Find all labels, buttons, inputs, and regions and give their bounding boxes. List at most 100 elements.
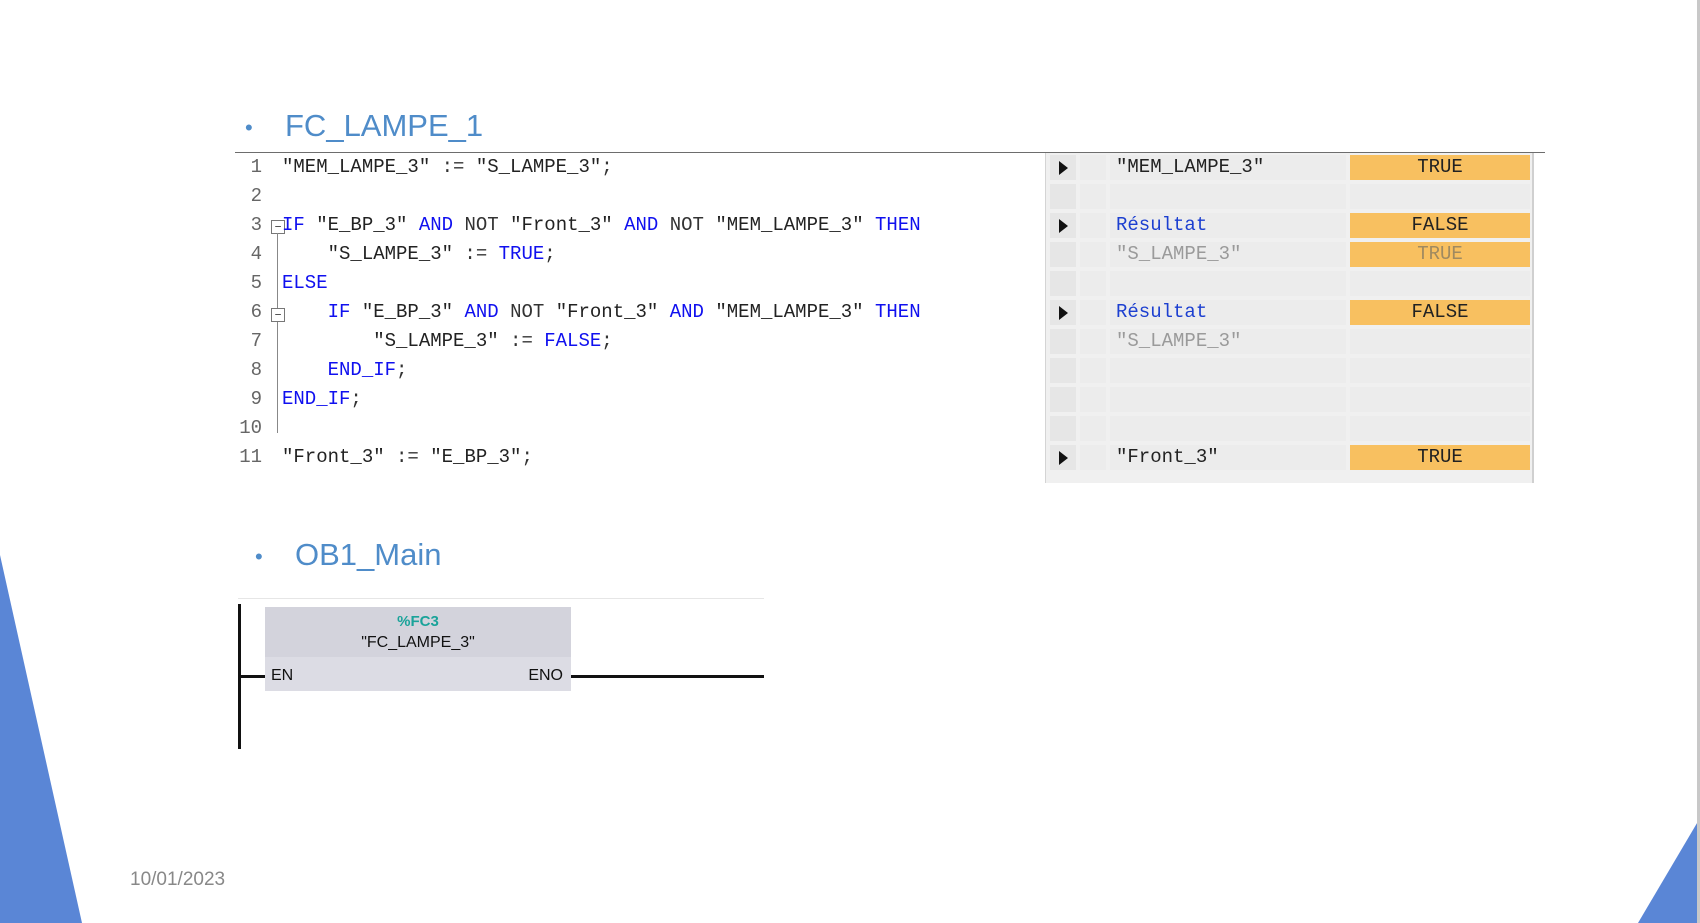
watch-value [1350, 387, 1530, 412]
watch-row: "Front_3" TRUE [1046, 443, 1532, 470]
watch-value: FALSE [1350, 300, 1530, 325]
watch-operand [1110, 387, 1346, 412]
section-title-text: OB1_Main [295, 537, 442, 572]
code-line[interactable]: 9 END_IF; [232, 385, 362, 414]
line-number: 6 [250, 301, 262, 323]
watch-spacer-cell [1080, 416, 1106, 441]
code-line[interactable]: 1 "MEM_LAMPE_3" := "S_LAMPE_3"; [232, 153, 613, 182]
code-text: "S_LAMPE_3" := TRUE; [327, 243, 556, 265]
line-number: 10 [239, 417, 262, 439]
watch-row [1046, 414, 1532, 441]
code-line[interactable]: 11 "Front_3" := "E_BP_3"; [232, 443, 533, 472]
line-number: 3 [250, 214, 262, 236]
code-text: "S_LAMPE_3" := FALSE; [373, 330, 613, 352]
watch-value: TRUE [1350, 242, 1530, 267]
watch-spacer-cell [1080, 387, 1106, 412]
expand-arrow-icon[interactable] [1059, 451, 1068, 465]
watch-spacer-cell [1080, 358, 1106, 383]
wire-eno [571, 675, 764, 678]
watch-value: FALSE [1350, 213, 1530, 238]
watch-expand-cell [1050, 387, 1076, 412]
watch-operand [1110, 416, 1346, 441]
code-line[interactable]: 4 "S_LAMPE_3" := TRUE; [232, 240, 556, 269]
function-block-fc3[interactable]: %FC3 "FC_LAMPE_3" EN ENO [265, 607, 571, 691]
watch-row [1046, 269, 1532, 296]
fold-guide [277, 233, 278, 433]
watch-expand-cell [1050, 416, 1076, 441]
watch-operand: "MEM_LAMPE_3" [1110, 155, 1346, 180]
section-title-text: FC_LAMPE_1 [285, 108, 484, 143]
watch-operand: "S_LAMPE_3" [1110, 329, 1346, 354]
watch-row: Résultat FALSE [1046, 211, 1532, 238]
bullet-icon: • [245, 114, 253, 140]
watch-row [1046, 356, 1532, 383]
ladder-network: %FC3 "FC_LAMPE_3" EN ENO [238, 598, 764, 750]
watch-expand-cell[interactable] [1050, 445, 1076, 470]
block-address: %FC3 [397, 613, 439, 630]
pin-en: EN [271, 667, 294, 684]
code-text: END_IF; [282, 388, 362, 410]
code-line[interactable]: 8 END_IF; [232, 356, 408, 385]
watch-value [1350, 184, 1530, 209]
watch-value: TRUE [1350, 445, 1530, 470]
watch-spacer-cell [1080, 213, 1106, 238]
expand-arrow-icon[interactable] [1059, 219, 1068, 233]
watch-operand: "S_LAMPE_3" [1110, 242, 1346, 267]
watch-expand-cell [1050, 329, 1076, 354]
section-title-ob1-main: • OB1_Main [255, 537, 441, 573]
block-name: "FC_LAMPE_3" [361, 634, 475, 651]
slide-date: 10/01/2023 [130, 869, 226, 890]
watch-expand-cell[interactable] [1050, 300, 1076, 325]
code-line[interactable]: 3 IF "E_BP_3" AND NOT "Front_3" AND NOT "… [232, 211, 921, 240]
code-line[interactable]: 2 [232, 182, 262, 211]
watch-table: "MEM_LAMPE_3" TRUE Résultat FALSE "S_LAMPE_3… [1045, 153, 1534, 483]
watch-spacer-cell [1080, 242, 1106, 267]
code-line[interactable]: 10 [232, 414, 262, 443]
watch-operand [1110, 358, 1346, 383]
scl-code-editor[interactable]: − − 1 "MEM_LAMPE_3" := "S_LAMPE_3"; 2 3 IF "… [232, 153, 1047, 483]
code-line[interactable]: 6 IF "E_BP_3" AND NOT "Front_3" AND "MEM… [232, 298, 921, 327]
watch-spacer-cell [1080, 445, 1106, 470]
watch-operand: Résultat [1110, 300, 1346, 325]
line-number: 4 [250, 243, 262, 265]
watch-expand-cell[interactable] [1050, 155, 1076, 180]
watch-value [1350, 271, 1530, 296]
line-number: 2 [250, 185, 262, 207]
watch-value: TRUE [1350, 155, 1530, 180]
pin-eno: ENO [528, 667, 563, 684]
wire-en [241, 675, 265, 678]
code-line[interactable]: 5 ELSE [232, 269, 328, 298]
expand-arrow-icon[interactable] [1059, 161, 1068, 175]
code-text: IF "E_BP_3" AND NOT "Front_3" AND NOT "M… [282, 214, 921, 236]
line-number: 7 [250, 330, 262, 352]
left-corner-triangle [0, 555, 82, 923]
watch-value [1350, 416, 1530, 441]
watch-row: "MEM_LAMPE_3" TRUE [1046, 153, 1532, 180]
watch-value [1350, 358, 1530, 383]
bullet-icon: • [255, 543, 263, 569]
watch-row: "S_LAMPE_3" [1046, 327, 1532, 354]
line-number: 8 [250, 359, 262, 381]
line-number: 11 [239, 446, 262, 468]
watch-expand-cell[interactable] [1050, 213, 1076, 238]
watch-row: Résultat FALSE [1046, 298, 1532, 325]
code-text: END_IF; [327, 359, 408, 381]
watch-spacer-cell [1080, 271, 1106, 296]
line-number: 9 [250, 388, 262, 410]
expand-arrow-icon[interactable] [1059, 306, 1068, 320]
line-number: 5 [250, 272, 262, 294]
section-title-fc-lampe: • FC_LAMPE_1 [245, 108, 483, 144]
watch-spacer-cell [1080, 184, 1106, 209]
code-line[interactable]: 7 "S_LAMPE_3" := FALSE; [232, 327, 613, 356]
watch-operand [1110, 184, 1346, 209]
code-text: "Front_3" := "E_BP_3"; [282, 446, 533, 468]
watch-row [1046, 182, 1532, 209]
watch-operand: Résultat [1110, 213, 1346, 238]
line-number: 1 [250, 156, 262, 178]
watch-expand-cell [1050, 242, 1076, 267]
watch-spacer-cell [1080, 300, 1106, 325]
watch-spacer-cell [1080, 155, 1106, 180]
code-text: "MEM_LAMPE_3" := "S_LAMPE_3"; [282, 156, 613, 178]
code-text: IF "E_BP_3" AND NOT "Front_3" AND "MEM_L… [327, 301, 921, 323]
watch-expand-cell [1050, 184, 1076, 209]
